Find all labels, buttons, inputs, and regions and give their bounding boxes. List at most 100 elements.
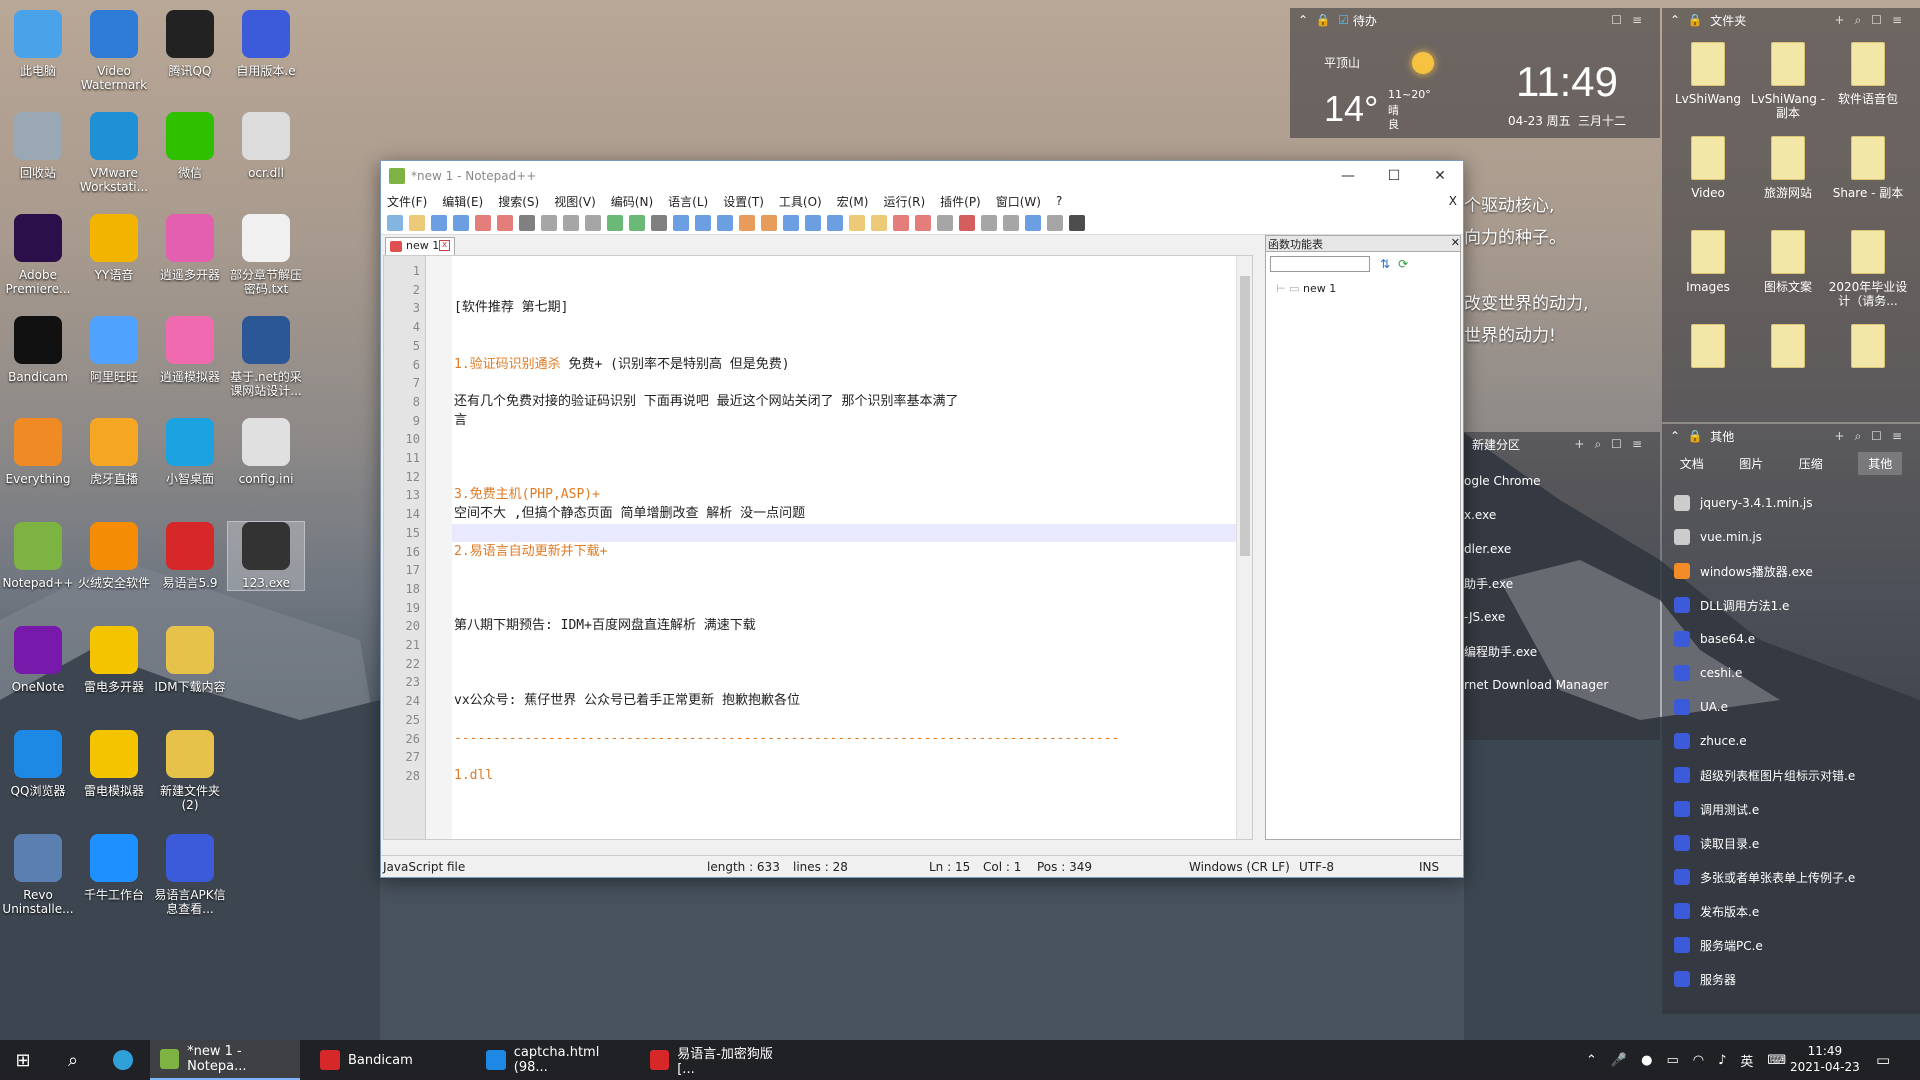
desktop-icon[interactable]: 123.exe	[227, 521, 305, 591]
folder-item[interactable]: 2020年毕业设计（请务...	[1828, 230, 1908, 308]
taskbar-app-button[interactable]: 易语言-加密狗版 [...	[640, 1040, 790, 1080]
volume-icon[interactable]: ♪	[1718, 1053, 1726, 1068]
desktop-icon[interactable]: 回收站	[0, 112, 76, 180]
desktop-icon[interactable]: 部分章节解压密码.txt	[228, 214, 304, 296]
desktop-icon[interactable]: Notepad++	[0, 522, 76, 590]
toolbar-icon[interactable]	[497, 214, 513, 231]
panel-controls[interactable]: ☐≡	[1611, 13, 1652, 27]
lock-icon[interactable]: 🔒	[1316, 13, 1331, 27]
desktop-icon[interactable]: Everything	[0, 418, 76, 486]
checkbox-icon[interactable]: ☑	[1338, 13, 1349, 27]
desktop-icon[interactable]: 易语言5.9	[152, 522, 228, 590]
toolbar-icon[interactable]	[673, 214, 689, 231]
toolbar-icon[interactable]	[409, 214, 425, 231]
file-list-item[interactable]: 读取目录.e	[1662, 826, 1920, 860]
file-list-item[interactable]: DLL调用方法1.e	[1662, 588, 1920, 622]
partition-item[interactable]: ogle Chrome	[1464, 464, 1660, 498]
desktop-icon[interactable]: 千牛工作台	[76, 834, 152, 902]
folder-item[interactable]: 软件语音包	[1828, 42, 1908, 106]
close-button[interactable]: ✕	[1417, 168, 1463, 184]
desktop-icon[interactable]: IDM下载内容	[152, 626, 228, 694]
toolbar-icon[interactable]	[805, 214, 821, 231]
menu-item[interactable]: 设置(T)	[723, 193, 764, 210]
menu-item[interactable]: 宏(M)	[837, 193, 869, 210]
edge-button[interactable]	[110, 1040, 136, 1080]
toolbar-icon[interactable]	[1025, 214, 1041, 231]
toolbar-icon[interactable]	[1047, 214, 1063, 231]
desktop-icon[interactable]: OneNote	[0, 626, 76, 694]
menu-item[interactable]: 文件(F)	[387, 193, 427, 210]
panel-controls[interactable]: +⌕☐≡	[1834, 429, 1912, 444]
notification-icon[interactable]: ▭	[1876, 1051, 1890, 1069]
taskbar-app-button[interactable]: captcha.html (98...	[476, 1040, 636, 1080]
refresh-icon[interactable]: ⟳	[1398, 257, 1408, 271]
file-list-item[interactable]: zhuce.e	[1662, 724, 1920, 758]
desktop-icon[interactable]: 自用版本.e	[228, 10, 304, 78]
partition-item[interactable]: x.exe	[1464, 498, 1660, 532]
toolbar-icon[interactable]	[827, 214, 843, 231]
folder-item[interactable]: Video	[1668, 136, 1748, 200]
file-list-item[interactable]: 发布版本.e	[1662, 894, 1920, 928]
folder-item[interactable]: Images	[1668, 230, 1748, 294]
chevron-up-icon[interactable]: ⌃	[1298, 13, 1308, 27]
desktop-icon[interactable]: ocr.dll	[228, 112, 304, 180]
panel-controls[interactable]: +⌕☐≡	[1834, 13, 1912, 28]
taskbar-app-button[interactable]: Bandicam	[310, 1040, 470, 1080]
desktop-icon[interactable]: 基于.net的采课网站设计...	[228, 316, 304, 398]
folder-item[interactable]	[1828, 324, 1908, 374]
menu-item[interactable]: 语言(L)	[668, 193, 708, 210]
taskbar-clock[interactable]: 11:49 2021-04-23	[1790, 1043, 1860, 1075]
desktop-icon[interactable]: 火绒安全软件	[76, 522, 152, 590]
folder-item[interactable]: 图标文案	[1748, 230, 1828, 294]
toolbar-icon[interactable]	[893, 214, 909, 231]
function-tree-item[interactable]: new 1	[1303, 282, 1336, 295]
menu-item[interactable]: 编辑(E)	[442, 193, 483, 210]
function-search-input[interactable]	[1270, 256, 1370, 272]
desktop-icon[interactable]: 虎牙直播	[76, 418, 152, 486]
folder-item[interactable]: 旅游网站	[1748, 136, 1828, 200]
toolbar-icon[interactable]	[563, 214, 579, 231]
toolbar-icon[interactable]	[871, 214, 887, 231]
ime-indicator[interactable]: 英	[1740, 1051, 1753, 1070]
wechat-tray-icon[interactable]: ●	[1641, 1053, 1652, 1068]
partition-item[interactable]: dler.exe	[1464, 532, 1660, 566]
file-list-item[interactable]: UA.e	[1662, 690, 1920, 724]
file-list-item[interactable]: 服务端PC.e	[1662, 928, 1920, 962]
folder-item[interactable]: LvShiWang	[1668, 42, 1748, 106]
desktop-icon[interactable]: Bandicam	[0, 316, 76, 384]
scroll-thumb[interactable]	[1240, 276, 1250, 556]
desktop-icon[interactable]: 逍遥模拟器	[152, 316, 228, 384]
partition-item[interactable]: -JS.exe	[1464, 600, 1660, 634]
close-icon[interactable]: ✕	[1451, 236, 1460, 251]
desktop-icon[interactable]: 微信	[152, 112, 228, 180]
desktop-icon[interactable]: YY语音	[76, 214, 152, 282]
minimize-button[interactable]: —	[1325, 168, 1371, 184]
tab-docs[interactable]: 文档	[1680, 455, 1704, 472]
file-list-item[interactable]: 超级列表框图片组标示对错.e	[1662, 758, 1920, 792]
desktop-icon[interactable]: 新建文件夹 (2)	[152, 730, 228, 812]
toolbar-icon[interactable]	[695, 214, 711, 231]
desktop-icon[interactable]: Video Watermark	[76, 10, 152, 92]
tab-new-1[interactable]: new 1 x	[385, 237, 455, 255]
toolbar-icon[interactable]	[585, 214, 601, 231]
file-list-item[interactable]: 调用测试.e	[1662, 792, 1920, 826]
toolbar-icon[interactable]	[453, 214, 469, 231]
menu-item[interactable]: 搜索(S)	[498, 193, 539, 210]
partition-item[interactable]: 助手.exe	[1464, 566, 1660, 600]
file-list-item[interactable]: 服务器	[1662, 962, 1920, 996]
editor-area[interactable]: 1 2 3 [软件推荐 第七期] 4 5 6 1.验证码识别通杀 免费+ (识别率不是特别高 …	[383, 255, 1253, 840]
folder-item[interactable]: Share - 副本	[1828, 136, 1908, 200]
desktop-icon[interactable]: 逍遥多开器	[152, 214, 228, 282]
vertical-scrollbar[interactable]	[1236, 256, 1252, 839]
menu-item[interactable]: 运行(R)	[883, 193, 925, 210]
search-button[interactable]: ⌕	[60, 1040, 86, 1080]
desktop-icon[interactable]: VMware Workstati...	[76, 112, 152, 194]
desktop-icon[interactable]: 小智桌面	[152, 418, 228, 486]
microphone-icon[interactable]: 🎤	[1611, 1053, 1627, 1068]
menu-item[interactable]: 视图(V)	[554, 193, 596, 210]
desktop-icon[interactable]: Revo Uninstalle...	[0, 834, 76, 916]
start-button[interactable]: ⊞	[10, 1040, 36, 1080]
menu-close-button[interactable]: X	[1449, 194, 1457, 208]
toolbar-icon[interactable]	[849, 214, 865, 231]
file-list-item[interactable]: ceshi.e	[1662, 656, 1920, 690]
